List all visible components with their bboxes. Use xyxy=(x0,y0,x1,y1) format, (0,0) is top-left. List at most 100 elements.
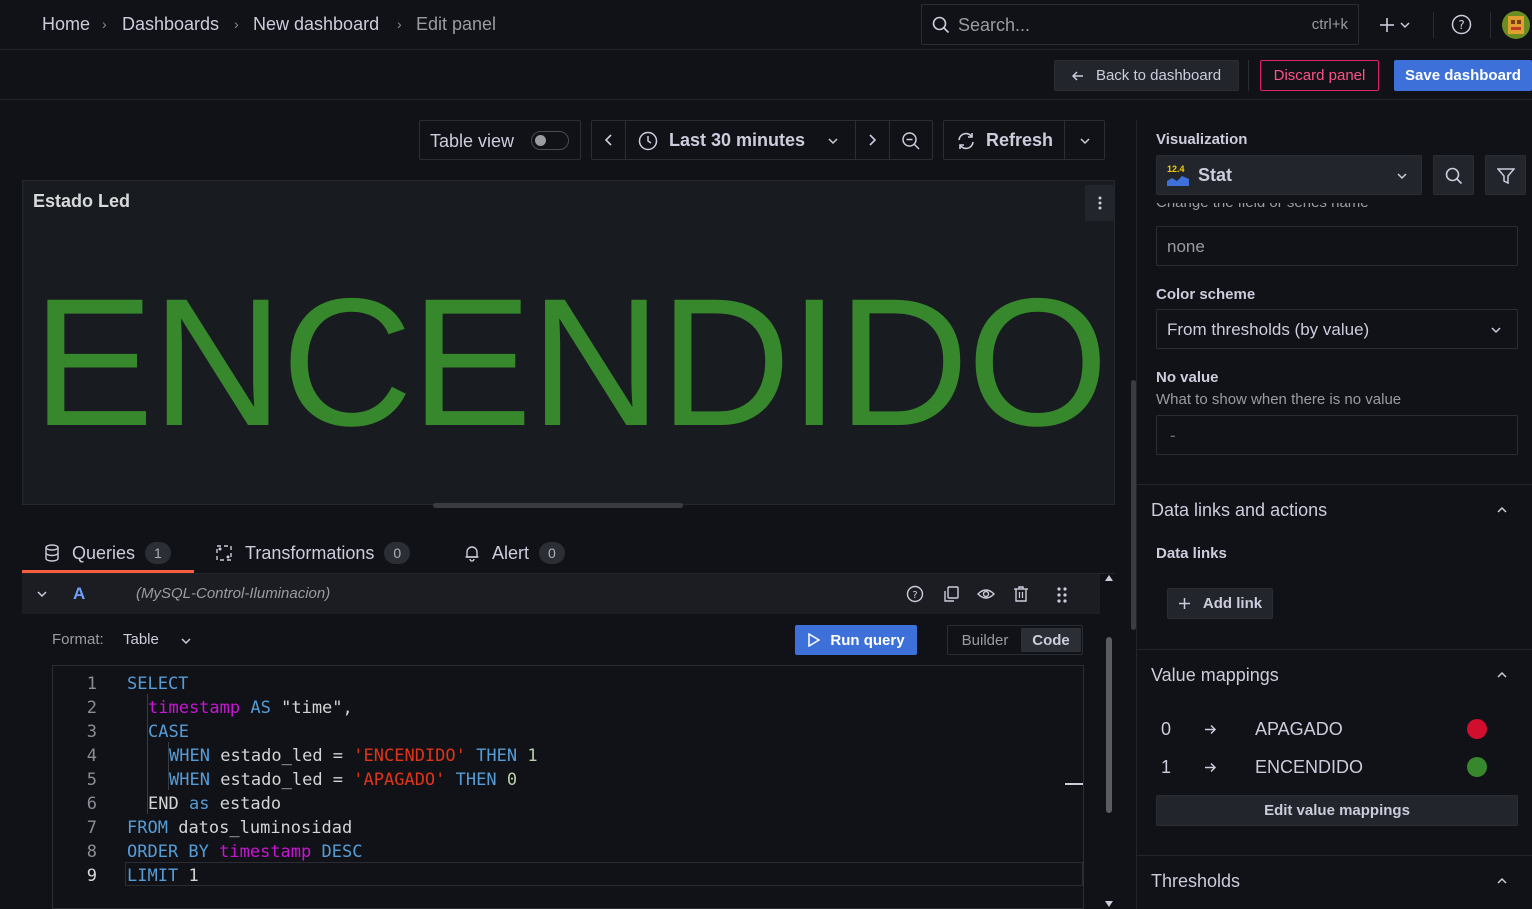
sql-code-editor[interactable]: 1 2 3 4 5 6 7 8 9 SELECT timestamp AS "t… xyxy=(52,665,1084,909)
color-scheme-label: Color scheme xyxy=(1156,286,1256,303)
time-back-button[interactable] xyxy=(592,121,626,159)
filter-options-button[interactable] xyxy=(1485,155,1526,195)
discard-panel-label: Discard panel xyxy=(1273,67,1366,84)
chevron-right-icon xyxy=(869,134,877,146)
chevron-down-icon xyxy=(181,638,191,645)
code-mode-button[interactable]: Code xyxy=(1021,628,1081,652)
field-name-input[interactable]: none xyxy=(1156,226,1518,266)
plus-icon xyxy=(1178,598,1190,609)
visualization-picker[interactable]: 12.4 Stat xyxy=(1156,155,1422,195)
format-select[interactable]: Table xyxy=(123,628,197,652)
line-number: 8 xyxy=(86,842,97,862)
add-menu-button[interactable] xyxy=(1376,12,1416,38)
bell-icon xyxy=(465,546,479,562)
breadcrumb-new-dashboard[interactable]: New dashboard xyxy=(253,14,379,35)
back-to-dashboard-button[interactable]: Back to dashboard xyxy=(1054,60,1239,91)
search-options-button[interactable] xyxy=(1433,155,1474,195)
builder-mode-button[interactable]: Builder xyxy=(950,628,1020,652)
scrollbar-thumb[interactable] xyxy=(1106,637,1112,813)
table-view-toggle[interactable]: Table view xyxy=(419,120,581,160)
table-view-label: Table view xyxy=(430,131,515,151)
breadcrumb-home[interactable]: Home xyxy=(42,14,90,35)
panel-menu-button[interactable] xyxy=(1085,185,1115,221)
mapping-to: APAGADO xyxy=(1255,719,1343,739)
filter-icon xyxy=(1497,168,1515,185)
queries-scrollbar[interactable] xyxy=(1104,575,1114,909)
code-mode-label: Code xyxy=(1032,631,1070,649)
scroll-up-icon xyxy=(1105,575,1113,581)
thresholds-section-title[interactable]: Thresholds xyxy=(1151,871,1240,892)
avatar[interactable] xyxy=(1501,10,1531,40)
chevron-down-icon xyxy=(1491,327,1501,334)
code-line: WHEN estado_led = 'APAGADO' THEN 0 xyxy=(169,770,518,790)
line-number: 5 xyxy=(86,770,97,790)
trash-icon[interactable] xyxy=(1012,585,1030,603)
no-value-label: No value xyxy=(1156,369,1219,386)
database-icon xyxy=(45,544,59,562)
breadcrumb-dashboards[interactable]: Dashboards xyxy=(122,14,219,35)
code-line: WHEN estado_led = 'ENCENDIDO' THEN 1 xyxy=(169,746,538,766)
chevron-up-icon[interactable] xyxy=(1497,877,1507,885)
search-icon xyxy=(932,16,950,34)
zoom-out-button[interactable] xyxy=(889,121,932,159)
line-number: 3 xyxy=(86,722,97,742)
refresh-icon xyxy=(958,132,974,150)
section-divider xyxy=(1137,649,1532,650)
tab-transformations[interactable]: Transformations 0 xyxy=(215,534,411,572)
chevron-up-icon[interactable] xyxy=(1497,671,1507,679)
mapping-color-swatch xyxy=(1467,719,1487,739)
save-dashboard-button[interactable]: Save dashboard xyxy=(1394,60,1532,91)
copy-icon[interactable] xyxy=(942,585,960,603)
discard-panel-button[interactable]: Discard panel xyxy=(1260,60,1379,91)
query-header-row: A (MySQL-Control-Iluminacion) ? xyxy=(22,574,1100,614)
refresh-button[interactable]: Refresh xyxy=(944,121,1064,159)
drag-handle-icon[interactable] xyxy=(1056,586,1068,604)
top-nav: Home › Dashboards › New dashboard › Edit… xyxy=(0,0,1532,50)
arrow-left-icon xyxy=(1071,70,1083,81)
arrow-right-icon xyxy=(1205,724,1217,735)
run-query-button[interactable]: Run query xyxy=(795,625,917,655)
refresh-interval-dropdown[interactable] xyxy=(1064,121,1104,159)
eye-icon[interactable] xyxy=(977,585,995,603)
time-forward-button[interactable] xyxy=(855,121,889,159)
visualization-value: Stat xyxy=(1198,165,1233,185)
svg-text:?: ? xyxy=(1458,18,1464,32)
add-link-button[interactable]: Add link xyxy=(1167,588,1273,619)
mapping-to: ENCENDIDO xyxy=(1255,757,1364,777)
mapping-from: 0 xyxy=(1161,719,1172,739)
time-range-picker[interactable]: Last 30 minutes xyxy=(626,121,855,159)
nav-divider xyxy=(1490,12,1491,38)
code-line: END as estado xyxy=(148,794,282,814)
help-icon[interactable]: ? xyxy=(1451,14,1472,35)
query-ref-id[interactable]: A xyxy=(73,584,85,604)
breadcrumb-separator: › xyxy=(397,16,402,32)
search-input[interactable]: Search... ctrl+k xyxy=(921,4,1359,45)
code-line: timestamp AS "time", xyxy=(148,698,353,718)
value-mapping-row: 1 ENCENDIDO xyxy=(1156,753,1518,783)
no-value-description: What to show when there is no value xyxy=(1156,391,1402,408)
editor-minimap-marker xyxy=(1065,783,1083,785)
search-shortcut: ctrl+k xyxy=(1311,16,1348,33)
breadcrumb-edit-panel: Edit panel xyxy=(416,14,497,34)
chevron-down-icon xyxy=(828,138,838,145)
help-icon[interactable]: ? xyxy=(906,585,924,603)
data-links-section-title[interactable]: Data links and actions xyxy=(1151,500,1327,521)
line-number: 7 xyxy=(86,818,97,838)
table-view-switch[interactable] xyxy=(531,131,569,150)
tab-queries[interactable]: Queries 1 xyxy=(44,534,171,572)
edit-value-mappings-button[interactable]: Edit value mappings xyxy=(1156,795,1518,826)
time-picker: Last 30 minutes xyxy=(591,120,933,160)
color-scheme-select[interactable]: From thresholds (by value) xyxy=(1156,309,1518,349)
stat-value: ENCENDIDO xyxy=(32,260,1108,464)
tab-transformations-count: 0 xyxy=(384,542,411,564)
value-mapping-row: 0 APAGADO xyxy=(1156,715,1518,745)
code-line: ORDER BY timestamp DESC xyxy=(127,842,363,862)
value-mappings-section-title[interactable]: Value mappings xyxy=(1151,665,1279,686)
field-hint-clipped: Change the field or series name xyxy=(1156,203,1526,217)
chevron-down-icon[interactable] xyxy=(37,590,47,598)
pane-resize-handle[interactable] xyxy=(433,503,683,508)
no-value-input[interactable]: - xyxy=(1156,415,1518,455)
tab-alert[interactable]: Alert 0 xyxy=(464,534,565,572)
line-number: 1 xyxy=(86,674,97,694)
chevron-up-icon[interactable] xyxy=(1497,506,1507,514)
